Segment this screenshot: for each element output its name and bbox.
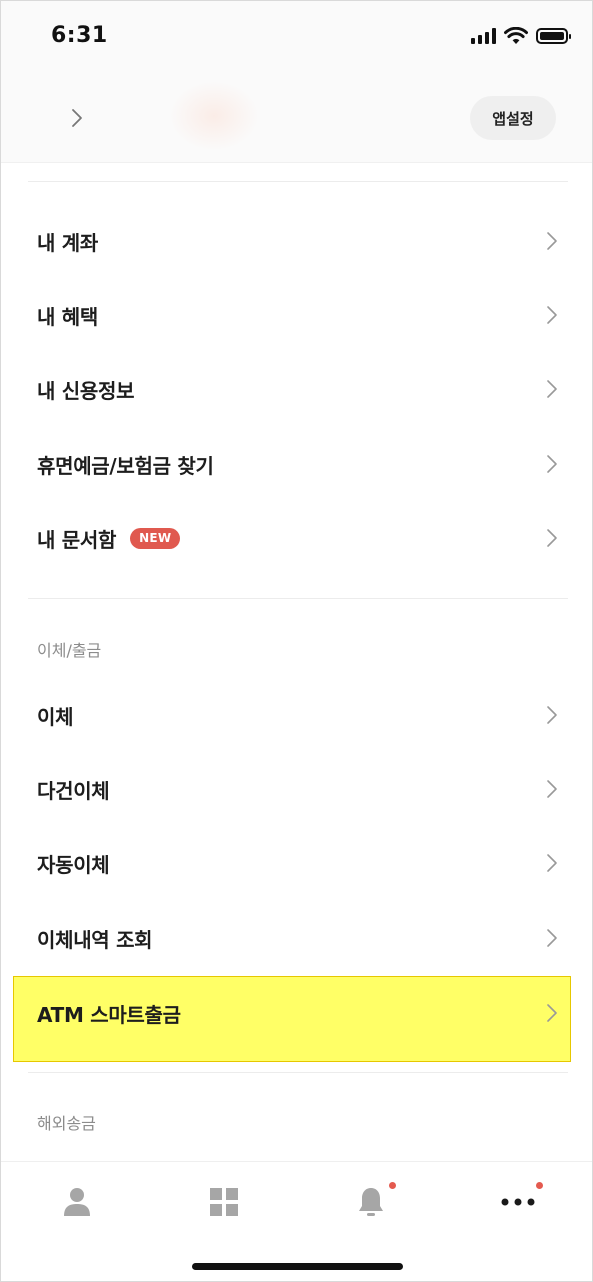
- new-badge: NEW: [130, 527, 181, 549]
- chevron-right-icon: [547, 780, 557, 798]
- menu-item-my-credit-info[interactable]: 내 신용정보: [1, 352, 592, 426]
- menu-item-label: 이체: [37, 704, 74, 729]
- chevron-right-icon: [547, 529, 557, 547]
- menu-item-label: 이체내역 조회: [37, 927, 153, 952]
- bell-icon: [359, 1188, 383, 1216]
- tab-profile[interactable]: [57, 1182, 97, 1222]
- menu-item-atm-smart-withdrawal[interactable]: ATM 스마트출금: [1, 976, 592, 1050]
- status-bar: 6:31: [1, 1, 592, 73]
- wifi-icon: [504, 27, 528, 44]
- grid-icon: [210, 1188, 238, 1216]
- menu-item-label: 내 계좌: [37, 230, 98, 255]
- menu-item-my-documents[interactable]: 내 문서함 NEW: [1, 501, 592, 575]
- chevron-right-icon: [547, 455, 557, 473]
- menu-item-label: 다건이체: [37, 778, 110, 803]
- battery-icon: [536, 28, 571, 44]
- signal-bars-icon: [471, 28, 496, 44]
- menu-item-label: 휴면예금/보험금 찾기: [37, 453, 214, 478]
- notification-dot: [536, 1182, 543, 1189]
- menu-item-label: 자동이체: [37, 852, 110, 877]
- chevron-right-icon: [547, 1004, 557, 1022]
- tab-notifications[interactable]: [351, 1182, 396, 1222]
- menu-item-transfer-history[interactable]: 이체내역 조회: [1, 901, 592, 975]
- menu-item-my-account[interactable]: 내 계좌: [1, 204, 592, 278]
- home-indicator: [192, 1263, 403, 1270]
- status-icons: [471, 27, 571, 45]
- divider: [28, 1072, 568, 1073]
- chevron-right-icon: [547, 232, 557, 250]
- chevron-right-icon: [547, 380, 557, 398]
- section-title-transfer: 이체/출금: [37, 641, 102, 660]
- chevron-right-icon: [547, 854, 557, 872]
- section-title-overseas: 해외송금: [37, 1114, 96, 1133]
- chevron-right-icon: [547, 306, 557, 324]
- menu-item-label: ATM 스마트출금: [37, 1002, 181, 1027]
- top-header-area: 6:31 앱설정: [1, 1, 592, 163]
- divider: [28, 598, 568, 599]
- divider: [28, 181, 568, 182]
- menu-item-auto-transfer[interactable]: 자동이체: [1, 826, 592, 900]
- status-time: 6:31: [51, 23, 108, 48]
- menu-item-my-benefits[interactable]: 내 혜택: [1, 278, 592, 352]
- profile-image-blur: [169, 81, 259, 151]
- menu-item-label: 내 문서함: [37, 527, 117, 552]
- menu-item-dormant-deposit[interactable]: 휴면예금/보험금 찾기: [1, 427, 592, 501]
- notification-dot: [389, 1182, 396, 1189]
- menu-item-label: 내 혜택: [37, 304, 98, 329]
- menu-item-transfer[interactable]: 이체: [1, 678, 592, 752]
- app-screen: 6:31 앱설정 내 계좌 내 혜택 내 신용정보 휴면예금/보험금 찾기 내 …: [0, 0, 593, 1282]
- chevron-right-icon[interactable]: [67, 107, 87, 129]
- tab-menu-grid[interactable]: [204, 1182, 244, 1222]
- menu-item-label: 내 신용정보: [37, 378, 135, 403]
- chevron-right-icon: [547, 706, 557, 724]
- tab-more[interactable]: [498, 1182, 543, 1222]
- chevron-right-icon: [547, 929, 557, 947]
- menu-item-bulk-transfer[interactable]: 다건이체: [1, 752, 592, 826]
- person-icon: [64, 1188, 90, 1216]
- more-dots-icon: [501, 1198, 535, 1206]
- app-settings-button[interactable]: 앱설정: [470, 96, 556, 140]
